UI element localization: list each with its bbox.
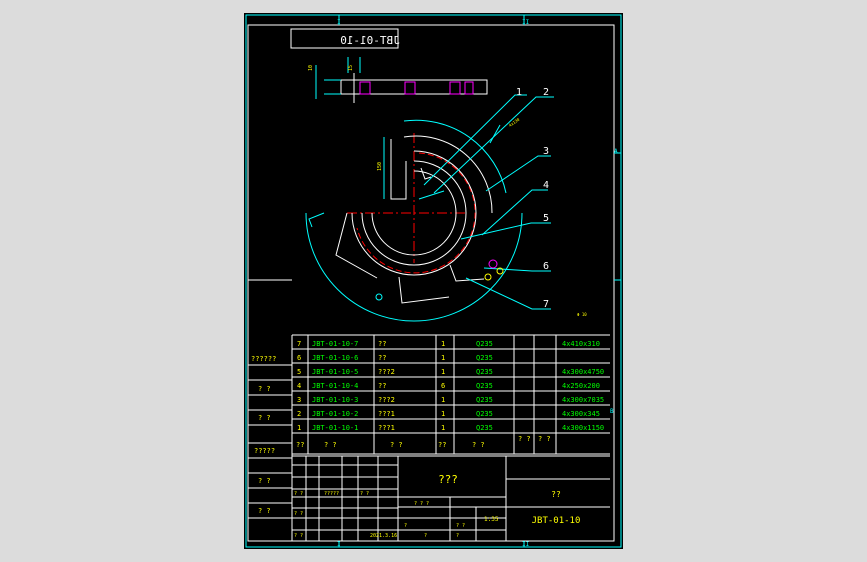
title-misc: ? ? ????? ? ? ? ? ? ? ? ? ? ? ? ? ? ? xyxy=(294,491,465,539)
top-view: 10 15 xyxy=(308,57,488,103)
bom-cell-qty: 6 xyxy=(441,382,445,390)
bom-cell-no: 6 xyxy=(297,354,301,362)
part-view xyxy=(305,94,554,322)
bom-header-mat: ? ? xyxy=(472,441,485,449)
bom-cell-mat: Q235 xyxy=(476,340,493,348)
part-number-7: 7 xyxy=(543,299,549,310)
dim-thickness: 10 xyxy=(308,65,314,71)
bom-cell-note: 4x300x345 xyxy=(562,410,600,418)
bom-cell-name: ???1 xyxy=(378,410,395,418)
bom-cell-note: 4x300x1150 xyxy=(562,424,604,432)
title-date: 2021.3.16 xyxy=(370,533,397,539)
bom-cell-note: 4x300x4750 xyxy=(562,368,604,376)
side-label-5: ? ? xyxy=(258,477,271,485)
bom-cell-mat: Q235 xyxy=(476,410,493,418)
bom-cell-code: JBT-01-10-2 xyxy=(312,410,358,418)
title-scale: 1:35 xyxy=(484,516,499,523)
bom-cell-mat: Q235 xyxy=(476,382,493,390)
part-number-4: 4 xyxy=(543,180,549,191)
side-note: Φ 10 xyxy=(577,312,587,317)
bom-cell-code: JBT-01-10-7 xyxy=(312,340,358,348)
bom-cell-name: ???2 xyxy=(378,368,395,376)
part-numbers: 1 2 3 4 5 6 7 xyxy=(516,87,549,310)
bom-cell-no: 4 xyxy=(297,382,301,390)
bom-cell-code: JBT-01-10-5 xyxy=(312,368,358,376)
title-misc-6: ? ? ? xyxy=(414,501,429,507)
title-misc-9: ? ? xyxy=(456,523,465,529)
zone-mark-bottom-2: II xyxy=(522,541,530,548)
part-number-6: 6 xyxy=(543,261,549,272)
bom-cell-name: ?? xyxy=(378,340,386,348)
bom-cell-note: 4x250x200 xyxy=(562,382,600,390)
bom-cell-qty: 1 xyxy=(441,410,445,418)
title-misc-5: ? ? xyxy=(294,533,303,539)
title-misc-7: ? xyxy=(404,523,407,529)
part-number-1: 1 xyxy=(516,87,522,98)
bom-cell-code: JBT-01-10-3 xyxy=(312,396,358,404)
cad-drawing: I II I II A B ?????? ? ? ? ? ????? ? ? ?… xyxy=(245,14,622,548)
zone-mark-top-2: II xyxy=(522,19,530,26)
bom-cell-code: JBT-01-10-4 xyxy=(312,382,358,390)
bom-header-no: ?? xyxy=(296,441,304,449)
dim-stem: 150 xyxy=(377,162,383,171)
title-misc-4: ? ? xyxy=(294,511,303,517)
bom-header-c2: ? ? xyxy=(538,435,551,443)
side-label-4: ????? xyxy=(254,447,275,455)
bom-cell-mat: Q235 xyxy=(476,368,493,376)
bom-cell-name: ???1 xyxy=(378,424,395,432)
bom-cell-mat: Q235 xyxy=(476,424,493,432)
bom-cell-no: 2 xyxy=(297,410,301,418)
bom-cell-qty: 1 xyxy=(441,354,445,362)
bom-cell-qty: 1 xyxy=(441,424,445,432)
bom-cell-mat: Q235 xyxy=(476,396,493,404)
drawing-sheet: I II I II A B ?????? ? ? ? ? ????? ? ? ?… xyxy=(244,13,623,549)
part-number-2: 2 xyxy=(543,87,549,98)
title-org: ?? xyxy=(551,490,561,499)
bom-header-name: ? ? xyxy=(390,441,403,449)
title-misc-3: ? ? xyxy=(360,491,369,497)
title-drawing-no: JBT-01-10 xyxy=(532,516,581,526)
bom-cell-code: JBT-01-10-1 xyxy=(312,424,358,432)
title-name: ??? xyxy=(438,473,458,486)
bom-cell-qty: 1 xyxy=(441,368,445,376)
bom-cell-name: ?? xyxy=(378,382,386,390)
title-block-grid xyxy=(292,455,610,541)
bom-cell-qty: 1 xyxy=(441,396,445,404)
bom-cell-note: 4x300x7035 xyxy=(562,396,604,404)
bom-header-qty: ?? xyxy=(438,441,446,449)
side-label-6: ? ? xyxy=(258,507,271,515)
bom-header-code: ? ? xyxy=(324,441,337,449)
bom-cell-no: 1 xyxy=(297,424,301,432)
part-number-3: 3 xyxy=(543,146,549,157)
side-label-3: ? ? xyxy=(258,414,271,422)
outer-border xyxy=(245,14,622,548)
bom-cell-no: 5 xyxy=(297,368,301,376)
title-misc-10: ? xyxy=(456,533,459,539)
inner-border xyxy=(247,24,615,542)
bom-cell-no: 3 xyxy=(297,396,301,404)
bom-cell-no: 7 xyxy=(297,340,301,348)
title-misc-2: ????? xyxy=(324,491,339,497)
code-box-text: JBT-01-10 xyxy=(340,34,400,47)
bom-grid xyxy=(292,334,610,455)
bom-cell-mat: Q235 xyxy=(476,354,493,362)
side-label-1: ?????? xyxy=(251,355,276,363)
zone-mark-bottom-1: I xyxy=(337,541,341,548)
bom-cell-name: ???2 xyxy=(378,396,395,404)
bom-cell-code: JBT-01-10-6 xyxy=(312,354,358,362)
title-misc-8: ? xyxy=(424,533,427,539)
zone-mark-right-b: B xyxy=(610,408,614,415)
zone-mark-top-1: I xyxy=(337,19,341,26)
bom-header: ?? ? ? ? ? ?? ? ? ? ? ? ? xyxy=(296,435,551,449)
zone-mark-right-a: A xyxy=(614,148,618,155)
bom-cell-qty: 1 xyxy=(441,340,445,348)
side-label-2: ? ? xyxy=(258,385,271,393)
bom-header-c1: ? ? xyxy=(518,435,531,443)
part-number-5: 5 xyxy=(543,213,549,224)
bom-cell-name: ?? xyxy=(378,354,386,362)
bom-cell-note: 4x410x310 xyxy=(562,340,600,348)
title-misc-1: ? ? xyxy=(294,491,303,497)
dim-outer: 4x130 xyxy=(508,116,521,127)
dim-slot: 15 xyxy=(348,65,354,71)
